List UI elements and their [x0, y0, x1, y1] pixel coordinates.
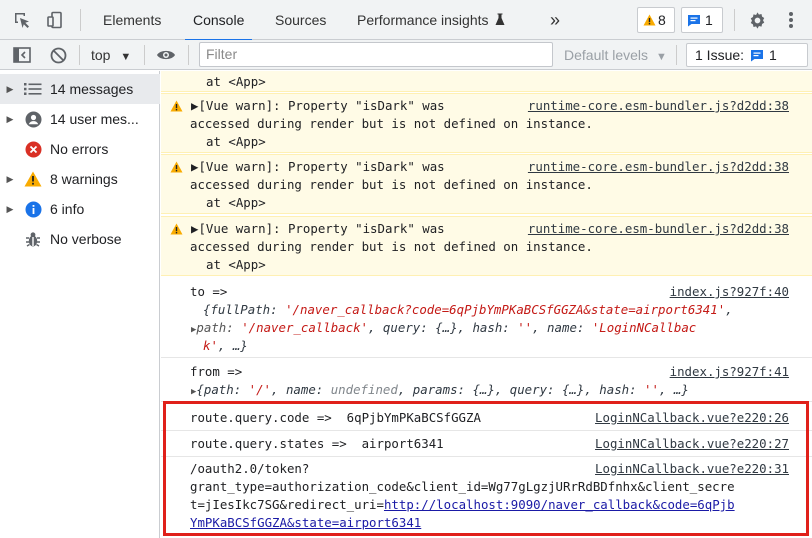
divider [734, 9, 735, 31]
warning-icon [170, 100, 183, 112]
divider [676, 45, 677, 65]
sidebar-item-label: 8 warnings [50, 171, 118, 187]
highlight-box [163, 401, 809, 536]
sidebar-item-label: No verbose [50, 231, 122, 247]
tab-sources[interactable]: Sources [275, 0, 326, 40]
console-warning-message: ▶[Vue warn]: Property "isDark" was runti… [161, 216, 812, 276]
warning-icon [170, 223, 183, 235]
device-toolbar-icon[interactable] [44, 8, 68, 32]
sidebar-item-messages[interactable]: ▶ 14 messages [0, 74, 160, 104]
info-icon [20, 201, 46, 218]
source-link[interactable]: runtime-core.esm-bundler.js?d2dd:38 [528, 97, 789, 114]
warning-trace-line: at <App> [206, 134, 266, 149]
source-link[interactable]: index.js?927f:41 [670, 363, 789, 380]
tab-console[interactable]: Console [184, 0, 253, 41]
warning-text: accessed during render but is not define… [190, 116, 593, 131]
tab-performance-label: Performance insights [357, 12, 489, 28]
kebab-menu-icon[interactable] [779, 8, 803, 32]
inspect-element-icon[interactable] [10, 8, 34, 32]
console-log-message: to => index.js?927f:40 {fullPath: '/nave… [161, 278, 812, 358]
message-icon [688, 14, 700, 26]
warning-icon [170, 161, 183, 173]
expand-arrow-icon[interactable]: ▶ [0, 174, 20, 185]
filter-input[interactable]: Filter [199, 42, 553, 67]
console-log-message: from => index.js?927f:41 ▶{path: '/', na… [161, 359, 812, 402]
messages-count: 1 [705, 12, 713, 28]
divider [188, 45, 189, 65]
warning-icon [643, 14, 656, 26]
warnings-count: 8 [658, 12, 666, 28]
source-link[interactable]: index.js?927f:40 [670, 283, 789, 300]
context-label: top [91, 47, 111, 63]
console-warning-message: ▶[Vue warn]: Property "isDark" was runti… [161, 154, 812, 214]
log-text: to => [190, 284, 228, 299]
warning-icon [20, 171, 46, 187]
warning-text: accessed during render but is not define… [190, 177, 593, 192]
expand-arrow-icon[interactable]: ▶ [0, 114, 20, 125]
tab-elements[interactable]: Elements [103, 0, 161, 40]
console-toolbar: top ▼ Filter Default levels ▼ 1 Issue: 1 [0, 40, 812, 70]
warning-trace-line: at <App> [206, 257, 266, 272]
expand-arrow-icon[interactable]: ▶ [0, 204, 20, 215]
sidebar-item-warnings[interactable]: ▶ 8 warnings [0, 164, 160, 194]
sidebar-item-errors[interactable]: No errors [0, 134, 160, 164]
sidebar-item-user-messages[interactable]: ▶ 14 user mes... [0, 104, 160, 134]
clear-console-icon[interactable] [46, 43, 70, 67]
sidebar-item-label: 14 user mes... [50, 111, 139, 127]
log-text: from => [190, 364, 243, 379]
message-icon [751, 49, 764, 61]
sidebar-item-info[interactable]: ▶ 6 info [0, 194, 160, 224]
devtools-tabbar: Elements Console Sources Performance ins… [0, 0, 812, 41]
sidebar-item-label: 14 messages [50, 81, 134, 97]
flask-icon [495, 13, 505, 25]
object-preview-continued: k', …} [203, 338, 248, 353]
sidebar-item-verbose[interactable]: No verbose [0, 224, 160, 254]
eye-icon[interactable] [154, 43, 178, 67]
gear-icon[interactable] [745, 8, 769, 32]
log-levels-label: Default levels [564, 47, 649, 63]
expand-arrow-icon[interactable]: ▶ [0, 84, 20, 95]
warning-trace-line: at <App> [206, 74, 266, 89]
source-link[interactable]: runtime-core.esm-bundler.js?d2dd:38 [528, 220, 789, 237]
divider [144, 45, 145, 65]
sidebar-item-label: 6 info [50, 201, 85, 217]
issues-label: 1 Issue: [695, 47, 745, 63]
warning-text[interactable]: ▶[Vue warn]: Property "isDark" was [191, 220, 445, 237]
more-tabs-button[interactable]: » [550, 0, 560, 40]
source-link[interactable]: runtime-core.esm-bundler.js?d2dd:38 [528, 158, 789, 175]
messages-badge[interactable]: 1 [681, 7, 723, 33]
warning-trace-line: at <App> [206, 195, 266, 210]
sidebar-item-label: No errors [50, 141, 109, 157]
issues-count: 1 [769, 47, 777, 63]
bug-icon [20, 231, 46, 248]
divider [80, 9, 81, 31]
console-warning-message: ▶[Vue warn]: Property "isDark" was runti… [161, 93, 812, 153]
user-icon [20, 111, 46, 128]
object-expander[interactable]: ▶path: '/naver_callback', query: {…}, ha… [191, 319, 696, 339]
object-expander[interactable]: ▶{path: '/', name: undefined, params: {…… [191, 381, 689, 401]
console-warning-message: at <App> [161, 71, 812, 92]
sidebar-toggle-icon[interactable] [10, 43, 34, 67]
tab-performance-insights[interactable]: Performance insights [357, 0, 505, 40]
warnings-badge[interactable]: 8 [637, 7, 675, 33]
warning-text: accessed during render but is not define… [190, 239, 593, 254]
warning-text[interactable]: ▶[Vue warn]: Property "isDark" was [191, 158, 445, 175]
list-icon [20, 82, 46, 96]
chevron-down-icon: ▼ [655, 51, 667, 63]
chevron-down-icon: ▼ [120, 51, 132, 63]
context-selector[interactable]: top ▼ [91, 40, 131, 70]
warning-text[interactable]: ▶[Vue warn]: Property "isDark" was [191, 97, 445, 114]
divider [79, 45, 80, 65]
issues-button[interactable]: 1 Issue: 1 [686, 43, 808, 67]
console-sidebar: ▶ 14 messages ▶ 14 user mes... No errors… [0, 71, 160, 538]
error-icon [20, 141, 46, 158]
log-levels-dropdown[interactable]: Default levels ▼ [564, 40, 667, 70]
object-preview[interactable]: {fullPath: '/naver_callback?code=6qPjbYm… [203, 301, 733, 318]
